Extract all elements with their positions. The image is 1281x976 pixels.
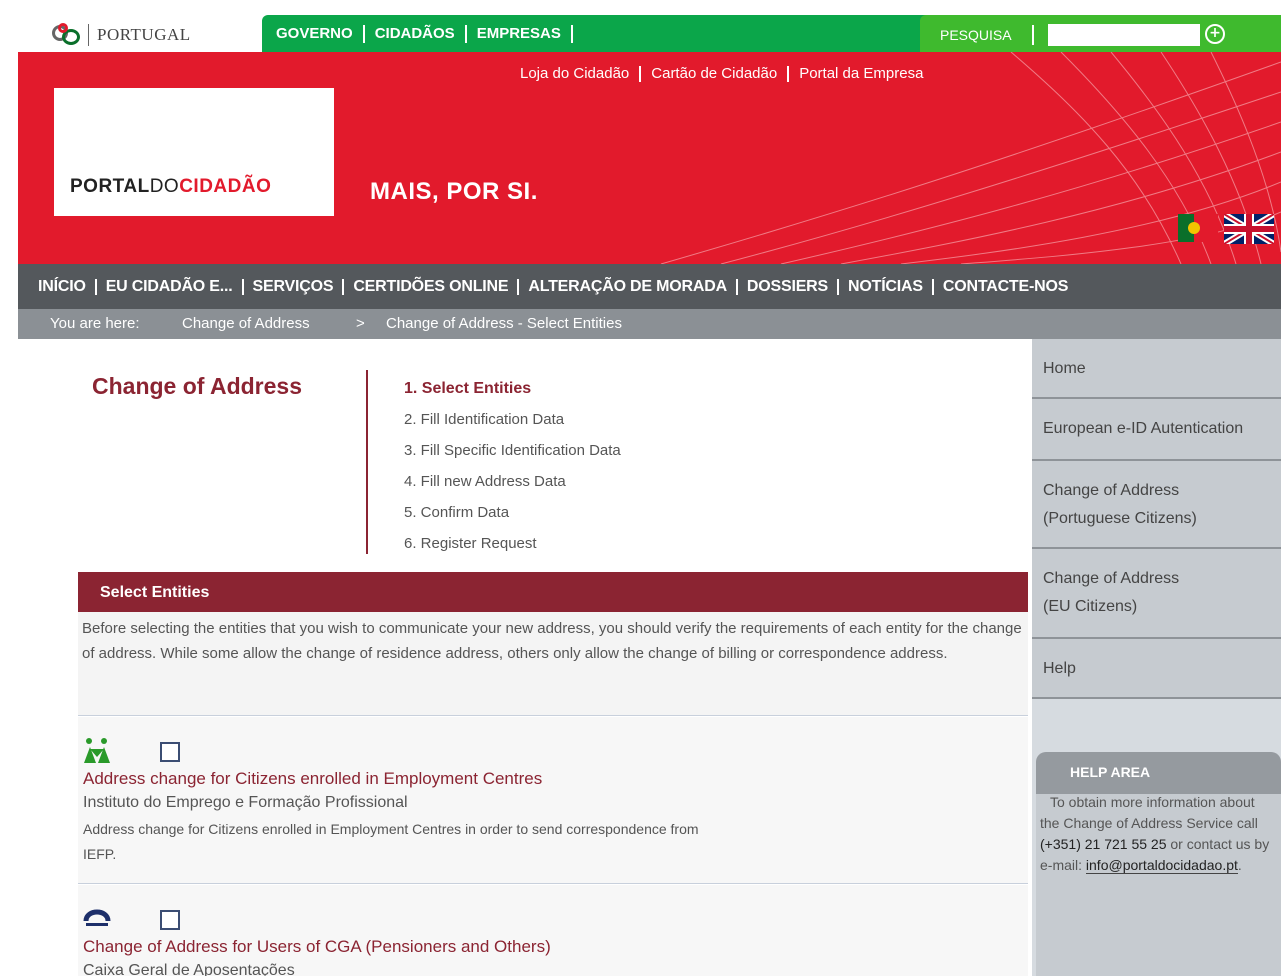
sidebar-item-eid[interactable]: European e-ID Autentication <box>1032 399 1281 461</box>
banner-wave-graphic <box>660 52 1281 264</box>
country-label: PORTUGAL <box>97 25 191 44</box>
nav-dossiers[interactable]: DOSSIERS <box>738 278 840 295</box>
entity-description: Address change for Citizens enrolled in … <box>83 821 699 862</box>
entity-checkbox[interactable] <box>160 742 180 762</box>
breadcrumb-item-change-of-address[interactable]: Change of Address <box>182 315 310 332</box>
nav-contacte-nos[interactable]: CONTACTE-NOS <box>934 278 1077 295</box>
step-fill-new-address: 4. Fill new Address Data <box>404 473 566 490</box>
step-select-entities: 1. Select Entities <box>404 380 532 397</box>
help-phone: (+351) 21 721 55 25 <box>1040 836 1167 852</box>
divider <box>88 24 89 46</box>
entity-checkbox[interactable] <box>160 910 180 930</box>
search-input[interactable] <box>1048 24 1200 46</box>
help-email-link[interactable]: info@portaldocidadao.pt <box>1085 857 1238 874</box>
slogan: MAIS, POR SI. <box>370 178 538 205</box>
section-heading: Select Entities <box>78 572 1028 612</box>
section-intro: Before selecting the entities that you w… <box>78 612 1028 716</box>
entity-name: Address change for Citizens enrolled in … <box>83 769 543 788</box>
iefp-logo-icon <box>84 738 110 763</box>
wizard-steps: 1. Select Entities 2. Fill Identificatio… <box>404 378 621 564</box>
nav-empresas-link[interactable]: EMPRESAS <box>467 25 573 43</box>
breadcrumb-separator: > <box>356 315 365 332</box>
portal-da-empresa-link[interactable]: Portal da Empresa <box>789 66 933 82</box>
search-bar: PESQUISA + <box>920 15 1281 53</box>
cartao-de-cidadao-link[interactable]: Cartão de Cidadão <box>641 66 790 82</box>
sidebar-item-change-pt[interactable]: Change of Address (Portuguese Citizens) <box>1032 461 1281 549</box>
step-fill-identification: 2. Fill Identification Data <box>404 411 565 428</box>
portal-logo[interactable]: PORTALDOCIDADÃO <box>54 88 334 216</box>
help-area-heading: HELP AREA <box>1036 752 1281 794</box>
language-flags <box>1178 214 1274 244</box>
loja-do-cidadao-link[interactable]: Loja do Cidadão <box>520 66 642 82</box>
nav-certidoes-online[interactable]: CERTIDÕES ONLINE <box>344 278 520 295</box>
header-banner: Loja do Cidadão Cartão de Cidadão Portal… <box>18 52 1281 264</box>
nav-noticias[interactable]: NOTÍCIAS <box>839 278 934 295</box>
breadcrumb: You are here: Change of Address > Change… <box>18 309 1281 339</box>
country-brand[interactable]: PORTUGAL <box>52 22 191 48</box>
sidebar-item-help[interactable]: Help <box>1032 639 1281 699</box>
portuguese-flag-icon[interactable] <box>1178 214 1218 242</box>
entity-item: Change of Address for Users of CGA (Pens… <box>78 885 1028 976</box>
page-title: Change of Address <box>92 373 303 399</box>
nav-servicos[interactable]: SERVIÇOS <box>244 278 345 295</box>
sidebar-item-change-eu[interactable]: Change of Address (EU Citizens) <box>1032 549 1281 639</box>
breadcrumb-item-current: Change of Address - Select Entities <box>386 315 622 332</box>
portugal-logo-icon <box>52 23 82 47</box>
banner-links: Loja do Cidadão Cartão de Cidadão Portal… <box>520 66 933 82</box>
step-fill-specific-identification: 3. Fill Specific Identification Data <box>404 442 621 459</box>
breadcrumb-label: You are here: <box>50 315 140 332</box>
main-nav: INÍCIO EU CIDADÃO E... SERVIÇOS CERTIDÕE… <box>18 264 1281 309</box>
search-label: PESQUISA <box>940 27 1012 43</box>
entity-organization: Caixa Geral de Aposentações <box>83 962 295 976</box>
entity-organization: Instituto do Emprego e Formação Profissi… <box>83 794 408 811</box>
nav-eu-cidadao[interactable]: EU CIDADÃO E... <box>97 278 244 295</box>
entity-item: Address change for Citizens enrolled in … <box>78 717 1028 884</box>
step-confirm-data: 5. Confirm Data <box>404 504 510 521</box>
uk-flag-icon[interactable] <box>1224 214 1274 244</box>
sidebar-item-home[interactable]: Home <box>1032 339 1281 399</box>
nav-cidadaos-link[interactable]: CIDADÃOS <box>365 25 467 43</box>
nav-alteracao-de-morada[interactable]: ALTERAÇÃO DE MORADA <box>519 278 738 295</box>
portal-logo-text: PORTALDOCIDADÃO <box>70 176 272 197</box>
step-register-request: 6. Register Request <box>404 535 537 552</box>
search-go-icon[interactable]: + <box>1205 24 1225 44</box>
help-area: HELP AREA To obtain more information abo… <box>1036 752 1281 976</box>
entity-name: Change of Address for Users of CGA (Pens… <box>83 937 551 956</box>
divider <box>1032 25 1034 45</box>
nav-governo-link[interactable]: GOVERNO <box>276 25 365 43</box>
government-nav: GOVERNO CIDADÃOS EMPRESAS <box>262 15 936 53</box>
cga-logo-icon <box>83 909 111 926</box>
steps-divider <box>366 370 368 554</box>
nav-inicio[interactable]: INÍCIO <box>38 278 97 295</box>
help-area-text: To obtain more information about the Cha… <box>1040 794 1270 874</box>
